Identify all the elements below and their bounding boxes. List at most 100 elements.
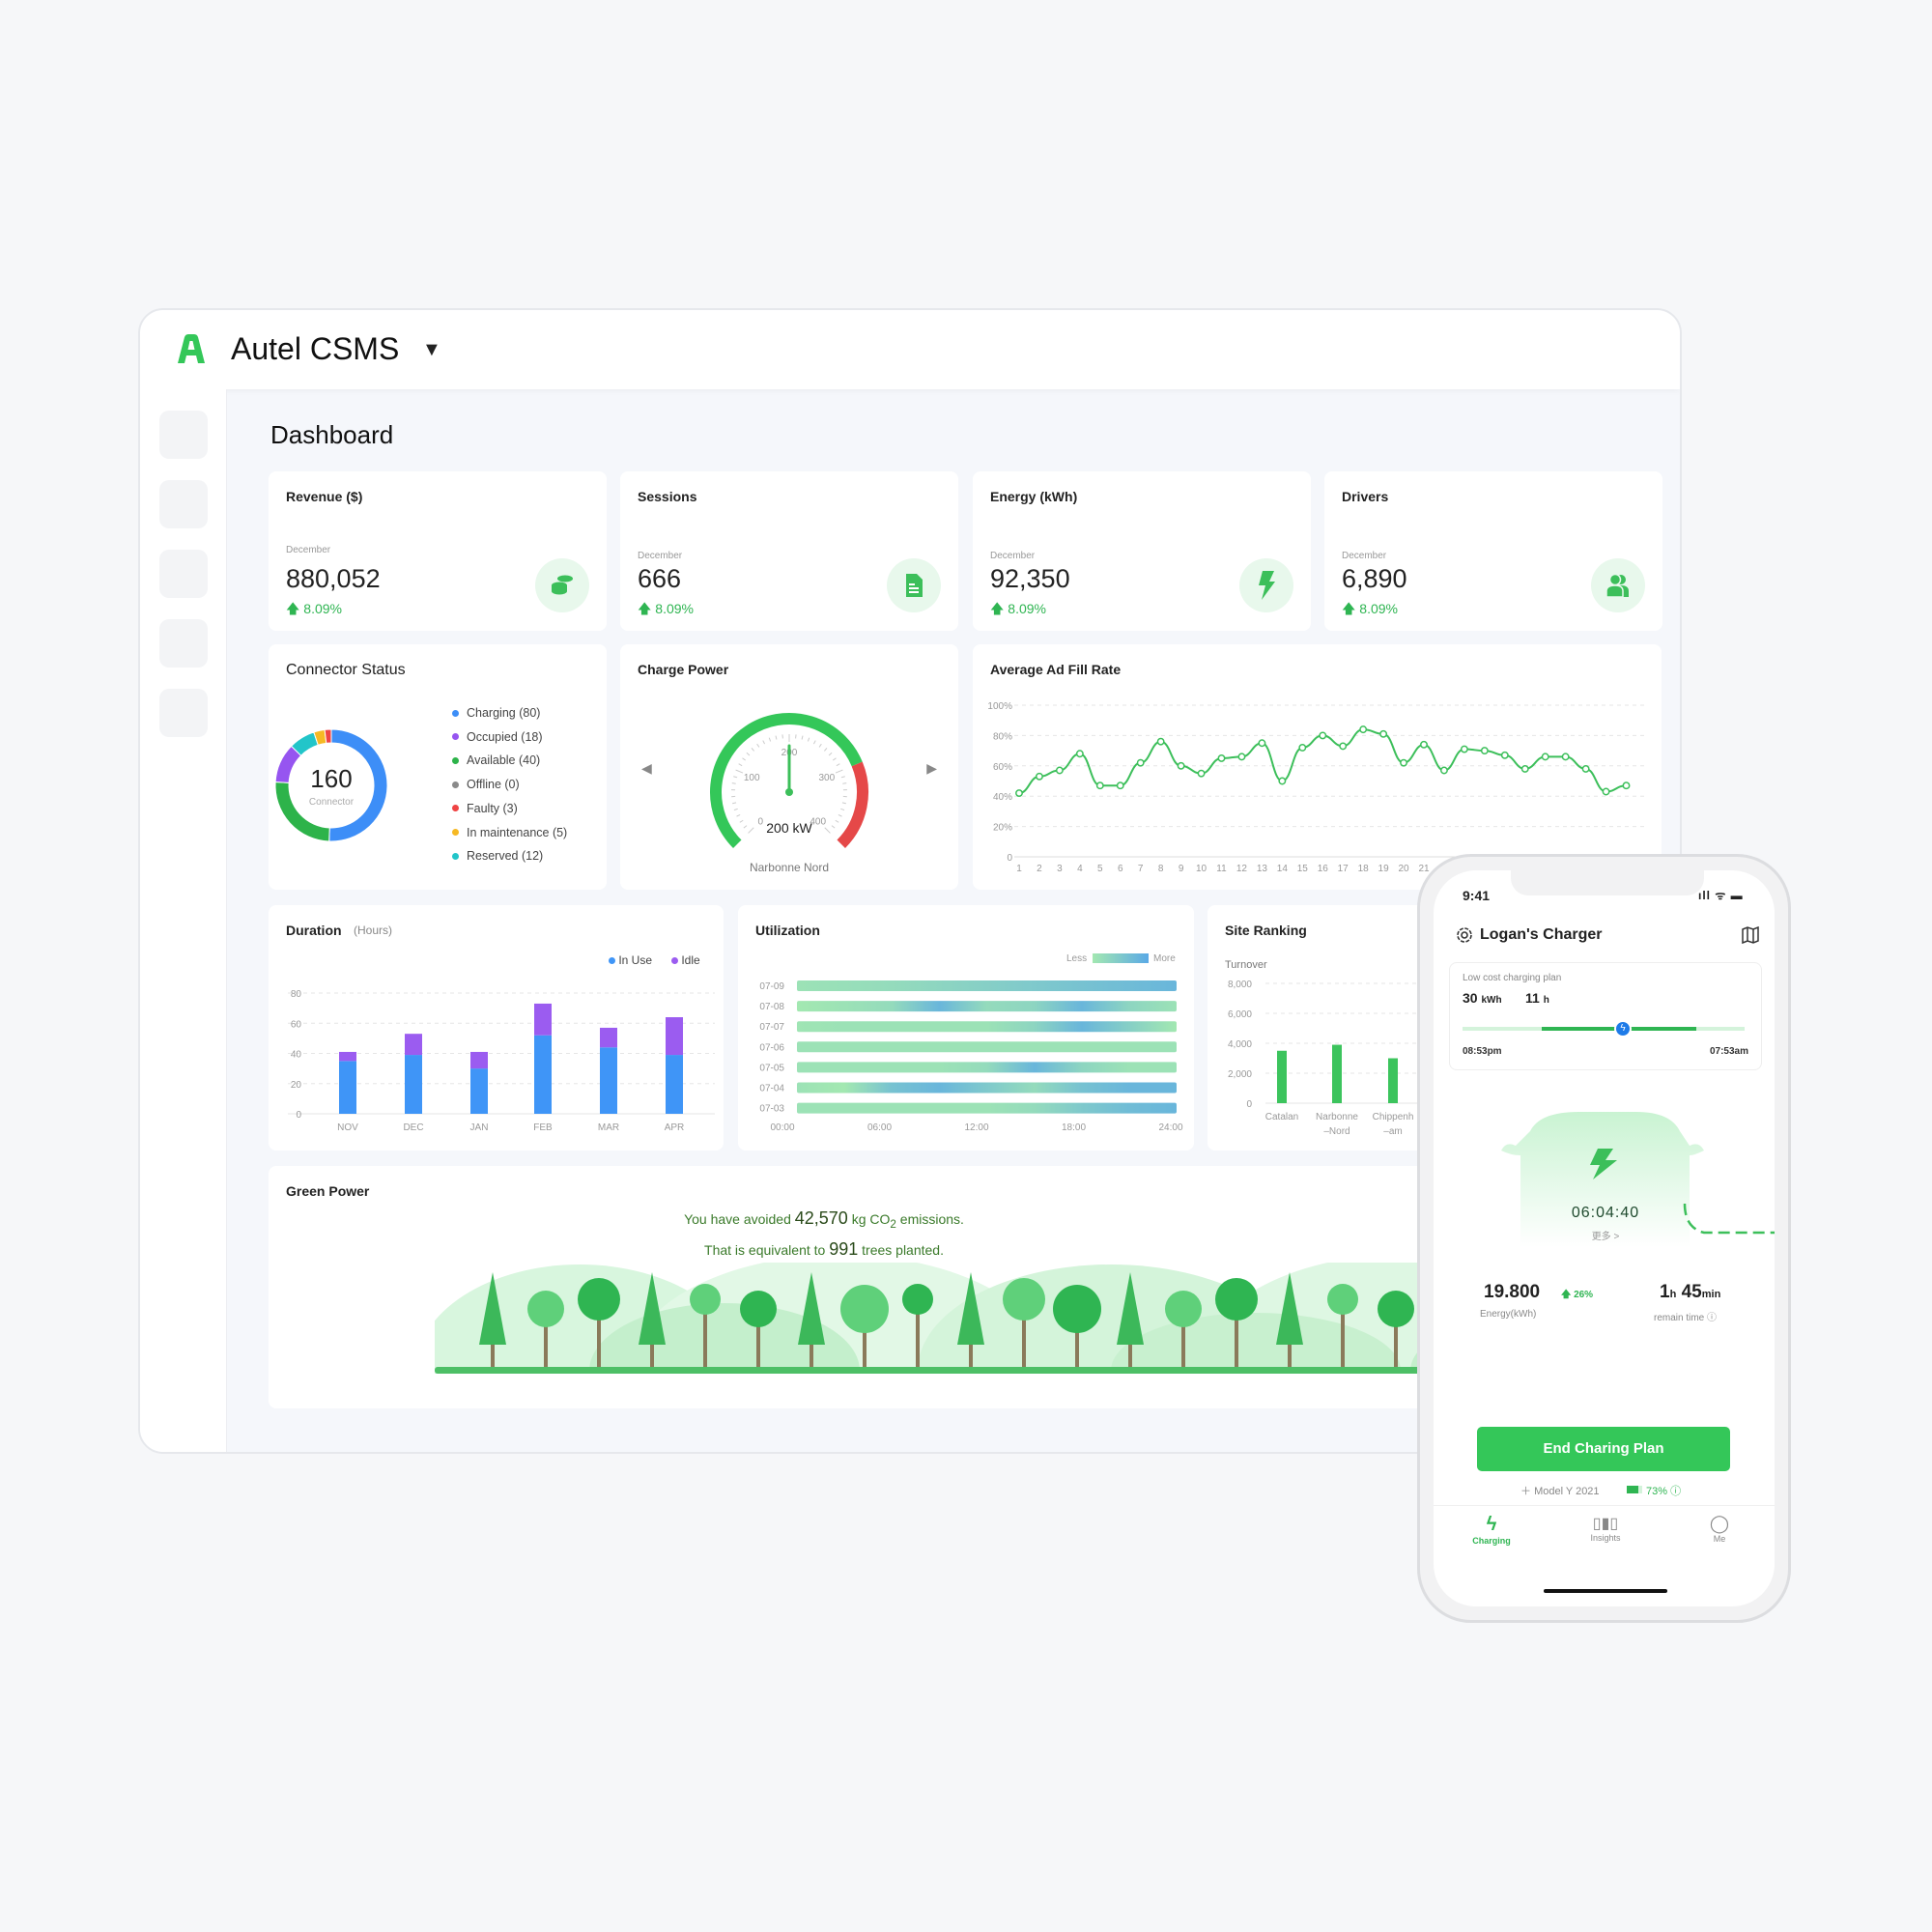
co2-value: 42,570 bbox=[794, 1208, 848, 1228]
autel-logo-icon bbox=[178, 334, 205, 363]
sidebar-item[interactable] bbox=[159, 619, 208, 668]
kpi-change-value: 8.09% bbox=[655, 601, 694, 616]
round-tree bbox=[690, 1284, 721, 1315]
sidebar bbox=[140, 389, 227, 1452]
card-title: Duration bbox=[286, 923, 342, 938]
kpi-value: 880,052 bbox=[286, 564, 381, 593]
coins-icon bbox=[535, 558, 589, 612]
kpi-period: December bbox=[1342, 551, 1387, 561]
phone-screen: 9:41 ıll ᯤ ▬ Logan's Charger Low cost ch… bbox=[1434, 870, 1775, 1606]
phone-notch bbox=[1511, 870, 1704, 895]
kpi-value: 6,890 bbox=[1342, 564, 1407, 593]
prev-site-arrow-icon[interactable]: ◀ bbox=[641, 760, 652, 777]
card-title: Utilization bbox=[755, 923, 820, 938]
battery-icon bbox=[1627, 1486, 1642, 1493]
legend-idle: Idle bbox=[671, 953, 700, 967]
kpi-change: 🡅 8.09% bbox=[1342, 601, 1398, 616]
plan-energy: 30 kWh bbox=[1463, 990, 1502, 1006]
map-icon[interactable] bbox=[1741, 926, 1760, 944]
person-icon: ◯ bbox=[1709, 1514, 1730, 1533]
status-time: 9:41 bbox=[1463, 888, 1491, 903]
users-icon bbox=[1591, 558, 1645, 612]
round-tree bbox=[1053, 1285, 1101, 1333]
page-title: Dashboard bbox=[270, 420, 394, 449]
kpi-card-energy: Energy (kWh) December 92,350 🡅 8.09% bbox=[973, 471, 1311, 631]
donut-total: 160 bbox=[310, 764, 353, 793]
ad-fill-rate-card: Average Ad Fill Rate bbox=[973, 644, 1662, 890]
kpi-change-value: 8.09% bbox=[1359, 601, 1398, 616]
tab-bar bbox=[1434, 1505, 1775, 1506]
card-title: Average Ad Fill Rate bbox=[990, 662, 1122, 677]
plan-end: 07:53am bbox=[1709, 1046, 1748, 1057]
app-title: Autel CSMS bbox=[231, 331, 400, 366]
tree-trunk bbox=[703, 1311, 707, 1371]
round-tree bbox=[527, 1291, 564, 1327]
vehicle-selector[interactable]: ＋ Model Y 2021 bbox=[1520, 1483, 1600, 1498]
sidebar-item[interactable] bbox=[159, 689, 208, 737]
lightning-icon bbox=[1239, 558, 1293, 612]
end-charging-plan-button[interactable]: End Charing Plan bbox=[1477, 1427, 1730, 1471]
kpi-card-sessions: Sessions December 666 🡅 8.09% bbox=[620, 471, 958, 631]
card-title: Green Power bbox=[286, 1183, 370, 1199]
tab-me[interactable]: ◯ Me bbox=[1690, 1514, 1748, 1544]
donut-total-label: Connector bbox=[308, 797, 355, 808]
legend-more: More bbox=[1153, 953, 1176, 964]
kpi-title: Energy (kWh) bbox=[990, 489, 1078, 504]
charger-name: Logan's Charger bbox=[1480, 926, 1603, 943]
round-tree bbox=[578, 1278, 620, 1321]
sidebar-item[interactable] bbox=[159, 550, 208, 598]
sidebar-item[interactable] bbox=[159, 411, 208, 459]
legend-item: Reserved (12) bbox=[452, 849, 543, 863]
tab-insights[interactable]: ▯▮▯ Insights bbox=[1577, 1514, 1634, 1543]
sidebar-item[interactable] bbox=[159, 480, 208, 528]
plan-hours: 11 h bbox=[1525, 990, 1549, 1006]
kpi-change: 🡅 8.09% bbox=[990, 601, 1046, 616]
legend-in-use: In Use bbox=[609, 953, 652, 967]
remain-label: remain time ⓘ bbox=[1654, 1313, 1718, 1323]
energy-value: 19.800 bbox=[1484, 1282, 1541, 1302]
bar-chart-icon: ▯▮▯ bbox=[1592, 1516, 1619, 1532]
legend-item: Occupied (18) bbox=[452, 730, 543, 744]
round-tree bbox=[1165, 1291, 1202, 1327]
legend-item: Charging (80) bbox=[452, 706, 540, 720]
kpi-change: 🡅 8.09% bbox=[286, 601, 342, 616]
round-tree bbox=[902, 1284, 933, 1315]
kpi-period: December bbox=[286, 545, 331, 555]
more-link[interactable]: 更多 > bbox=[1434, 1228, 1775, 1242]
tree-trunk bbox=[1341, 1311, 1345, 1371]
kpi-title: Drivers bbox=[1342, 489, 1389, 504]
connector-status-card: Connector Status 160 Connector Charging … bbox=[269, 644, 607, 890]
y-axis-label: Turnover bbox=[1225, 959, 1267, 971]
kpi-period: December bbox=[638, 551, 683, 561]
top-bar: Autel CSMS ▼ bbox=[140, 310, 1680, 389]
kpi-card-drivers: Drivers December 6,890 🡅 8.09% bbox=[1324, 471, 1662, 631]
kpi-value: 666 bbox=[638, 564, 682, 593]
duration-card: Duration (Hours) In Use Idle bbox=[269, 905, 724, 1151]
timeline-handle-lightning-icon[interactable]: ϟ bbox=[1614, 1020, 1632, 1037]
kpi-change-value: 8.09% bbox=[303, 601, 342, 616]
charging-timer: 06:04:40 bbox=[1571, 1205, 1640, 1221]
document-icon bbox=[887, 558, 941, 612]
next-site-arrow-icon[interactable]: ▶ bbox=[926, 760, 937, 777]
car-illustration bbox=[1501, 1112, 1775, 1247]
legend-less: Less bbox=[1066, 953, 1088, 964]
round-tree bbox=[1378, 1291, 1414, 1327]
kpi-period: December bbox=[990, 551, 1036, 561]
round-tree bbox=[1327, 1284, 1358, 1315]
kpi-title: Sessions bbox=[638, 489, 697, 504]
legend-item: Available (40) bbox=[452, 753, 540, 767]
lightning-icon: ϟ bbox=[1486, 1514, 1497, 1535]
app-switcher-caret-icon[interactable]: ▼ bbox=[422, 339, 441, 361]
kpi-card-revenue: Revenue ($) December 880,052 🡅 8.09% bbox=[269, 471, 607, 631]
charge-power-card: Charge Power ◀ ▶ 200 kW Narbonne Nord bbox=[620, 644, 958, 890]
tab-charging[interactable]: ϟ Charging bbox=[1463, 1514, 1520, 1546]
charging-plan-card: Low cost charging plan 30 kWh 11 h ϟ 08:… bbox=[1449, 962, 1762, 1070]
gear-icon[interactable] bbox=[1455, 925, 1474, 945]
round-tree bbox=[1215, 1278, 1258, 1321]
utilization-card: Utilization Less More bbox=[738, 905, 1194, 1151]
card-subtitle: (Hours) bbox=[354, 923, 393, 937]
remain-time: 1h 45min bbox=[1660, 1282, 1721, 1302]
energy-change: 🡅 26% bbox=[1561, 1290, 1594, 1300]
trees-summary: That is equivalent to 991 trees planted. bbox=[704, 1239, 944, 1259]
legend-gradient bbox=[1093, 953, 1149, 963]
